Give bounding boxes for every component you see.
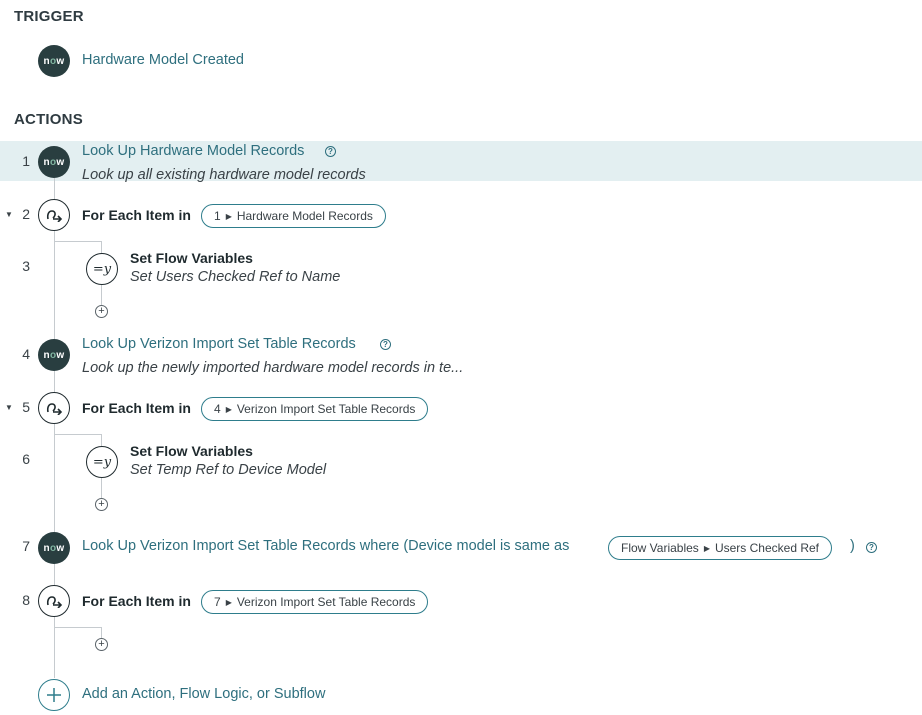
loop-2-branch [54, 241, 101, 242]
step-3-title[interactable]: Set Flow Variables [130, 250, 253, 266]
data-pill[interactable]: 7 ▶ Verizon Import Set Table Records [201, 590, 429, 614]
pill-text: Verizon Import Set Table Records [236, 595, 416, 609]
step-number: 4 [22, 346, 30, 362]
now-logo-icon: now [38, 146, 70, 178]
step-1-description: Look up all existing hardware model reco… [82, 167, 366, 183]
help-icon[interactable]: ? [380, 339, 391, 350]
add-action-plus-icon[interactable] [38, 679, 70, 711]
pill-arrow-icon: ▶ [225, 211, 232, 221]
step-3-description: Set Users Checked Ref to Name [130, 269, 341, 285]
help-icon[interactable]: ? [325, 146, 336, 157]
step-6-description: Set Temp Ref to Device Model [130, 462, 327, 478]
step-number: 7 [22, 538, 30, 554]
step-number: 1 [22, 153, 30, 169]
add-action-link[interactable]: Add an Action, Flow Logic, or Subflow [82, 686, 325, 702]
loop-5-branch [54, 434, 101, 435]
pill-arrow-icon: ▶ [225, 404, 232, 414]
close-paren: ) [850, 538, 855, 554]
loop-8-branch [54, 627, 101, 628]
data-pill[interactable]: 4 ▶ Verizon Import Set Table Records [201, 397, 429, 421]
step-number: 5 [22, 399, 30, 415]
pill-arrow-icon: ▶ [225, 597, 232, 607]
trigger-section-title: TRIGGER [14, 8, 84, 25]
data-pill[interactable]: 1 ▶ Hardware Model Records [201, 204, 386, 228]
pill-index: Flow Variables [621, 541, 699, 555]
now-logo-icon: now [38, 339, 70, 371]
loop-icon [38, 199, 70, 231]
step-4-title[interactable]: Look Up Verizon Import Set Table Records [82, 336, 356, 352]
now-logo-icon: now [38, 532, 70, 564]
step-1-title[interactable]: Look Up Hardware Model Records [82, 143, 304, 159]
pill-text: Hardware Model Records [236, 209, 373, 223]
for-each-label: For Each Item in [82, 593, 191, 609]
now-logo-icon: now [38, 45, 70, 77]
pill-index: 1 [214, 209, 221, 223]
for-each-label: For Each Item in [82, 207, 191, 223]
set-variables-icon: =y [86, 253, 118, 285]
pill-text: Verizon Import Set Table Records [236, 402, 416, 416]
step-number: 8 [22, 592, 30, 608]
help-icon[interactable]: ? [866, 542, 877, 553]
loop-icon [38, 585, 70, 617]
step-number: 3 [22, 258, 30, 274]
pill-index: 4 [214, 402, 221, 416]
trigger-label[interactable]: Hardware Model Created [82, 52, 244, 68]
pill-index: 7 [214, 595, 221, 609]
step-number: 6 [22, 451, 30, 467]
for-each-label: For Each Item in [82, 400, 191, 416]
add-inner-plus-icon[interactable]: + [95, 498, 108, 511]
step-7-title[interactable]: Look Up Verizon Import Set Table Records… [82, 538, 569, 554]
set-variables-icon: =y [86, 446, 118, 478]
actions-section-title: ACTIONS [14, 111, 83, 128]
step-6-title[interactable]: Set Flow Variables [130, 443, 253, 459]
pill-text: Users Checked Ref [714, 541, 820, 555]
step-number: 2 [22, 206, 30, 222]
add-inner-plus-icon[interactable]: + [95, 638, 108, 651]
step-4-description: Look up the newly imported hardware mode… [82, 360, 464, 376]
loop-icon [38, 392, 70, 424]
data-pill[interactable]: Flow Variables ▶ Users Checked Ref [608, 536, 833, 560]
pill-arrow-icon: ▶ [703, 543, 710, 553]
add-inner-plus-icon[interactable]: + [95, 305, 108, 318]
